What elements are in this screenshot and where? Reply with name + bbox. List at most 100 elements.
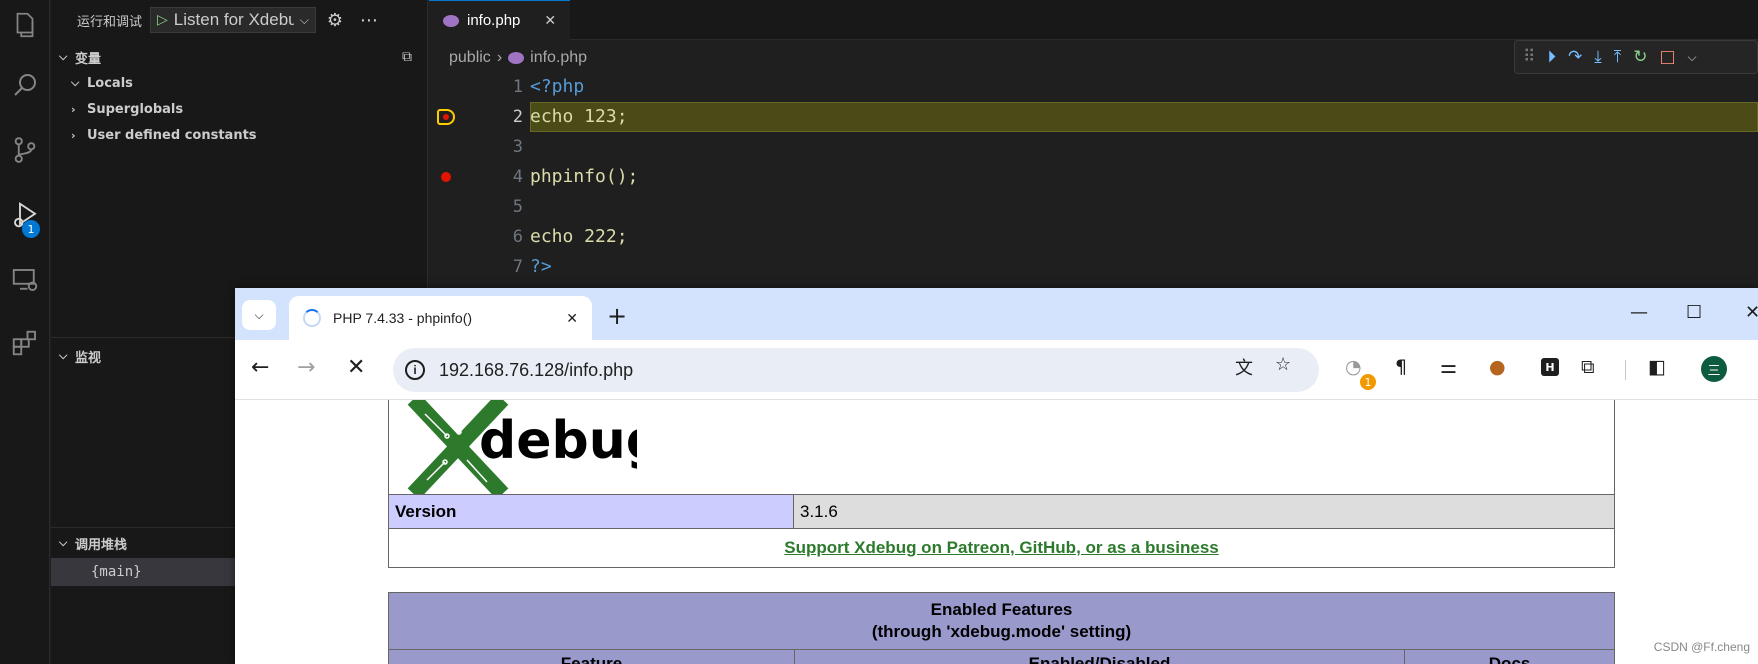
stop-icon[interactable]: □	[1659, 47, 1675, 67]
side-panel-icon[interactable]: ◧	[1648, 356, 1666, 378]
collapse-all-icon[interactable]: ⧉	[402, 49, 412, 65]
chevron-right-icon: ›	[71, 102, 76, 116]
browser-tabstrip: ⌵ PHP 7.4.33 - phpinfo() ✕ + — ☐ ✕	[235, 288, 1758, 340]
line-number: 7	[512, 257, 523, 277]
breadcrumb-file[interactable]: info.php	[530, 49, 587, 67]
close-icon[interactable]: ✕	[566, 310, 578, 327]
chevron-down-icon[interactable]: ⌵	[1688, 50, 1697, 65]
stop-loading-icon[interactable]: ✕	[347, 355, 365, 380]
column-header: Enabled/Disabled	[795, 650, 1405, 664]
callstack-header-label: 调用堆栈	[75, 537, 128, 553]
tree-item-label: Superglobals	[87, 101, 184, 117]
browser-tab-title: PHP 7.4.33 - phpinfo()	[333, 310, 473, 326]
tree-item-user-constants[interactable]: › User defined constants	[71, 122, 257, 148]
line-number: 6	[512, 227, 523, 247]
pilcrow-extension-icon[interactable]: ¶	[1395, 356, 1407, 378]
h-extension-icon[interactable]: H	[1541, 358, 1559, 376]
source-control-icon[interactable]	[0, 125, 50, 175]
version-value: 3.1.6	[794, 495, 1614, 528]
column-header: Feature	[389, 650, 795, 664]
address-bar[interactable]: i 192.168.76.128/info.php	[393, 348, 1319, 392]
current-breakpoint-icon[interactable]	[437, 109, 455, 125]
close-icon[interactable]: ✕	[544, 12, 556, 29]
browser-window: ⌵ PHP 7.4.33 - phpinfo() ✕ + — ☐ ✕ ← → ✕…	[235, 288, 1758, 664]
features-columns: Feature Enabled/Disabled Docs	[389, 649, 1614, 664]
url-text: 192.168.76.128/info.php	[439, 359, 634, 380]
chevron-down-icon: ⌵	[71, 76, 80, 89]
search-icon[interactable]	[0, 60, 50, 110]
activity-bar: 1	[0, 0, 50, 664]
site-info-icon[interactable]: i	[405, 360, 425, 380]
cookie-extension-icon[interactable]: ●	[1489, 356, 1506, 378]
remote-explorer-icon[interactable]	[0, 255, 50, 305]
extensions-icon[interactable]	[0, 318, 50, 368]
chevron-right-icon: ›	[496, 49, 503, 66]
code-text: ?>	[530, 256, 552, 277]
more-actions-icon[interactable]: ⋯	[354, 5, 384, 35]
frame-label: {main}	[91, 564, 142, 580]
restart-icon[interactable]: ↻	[1633, 47, 1647, 67]
chevron-down-icon: ⌵	[59, 349, 68, 362]
code-line[interactable]: 2 echo 123;	[429, 102, 1758, 132]
drag-handle-icon[interactable]: ⠿	[1523, 47, 1535, 67]
continue-icon[interactable]: ⏵	[1547, 47, 1556, 67]
tab-label: info.php	[467, 12, 521, 29]
code-line[interactable]: 1 <?php	[429, 72, 1758, 102]
breakpoint-icon[interactable]	[441, 172, 451, 182]
code-text: echo 222;	[530, 226, 628, 247]
puzzle-extensions-icon[interactable]: ⧉	[1581, 356, 1595, 378]
xdebug-logo: debug	[407, 400, 637, 495]
code-text: phpinfo();	[530, 166, 639, 187]
tab-search-icon[interactable]: ⌵	[242, 300, 276, 330]
version-key: Version	[389, 495, 794, 528]
breadcrumb-folder[interactable]: public	[449, 49, 491, 67]
tree-item-label: Locals	[87, 75, 133, 91]
close-window-icon[interactable]: ✕	[1745, 302, 1758, 323]
browser-tab[interactable]: PHP 7.4.33 - phpinfo() ✕	[289, 296, 592, 340]
browser-toolbar: ← → ✕ i 192.168.76.128/info.php 文 ☆ ◔ 1 …	[235, 340, 1758, 400]
forward-icon[interactable]: →	[297, 355, 315, 380]
maximize-icon[interactable]: ☐	[1686, 302, 1702, 323]
tree-item-superglobals[interactable]: › Superglobals	[71, 96, 183, 122]
column-header: Docs	[1488, 654, 1531, 664]
line-number: 5	[512, 197, 523, 217]
tree-item-locals[interactable]: ⌵ Locals	[71, 70, 133, 96]
minimize-icon[interactable]: —	[1630, 302, 1648, 323]
debug-config-label: Listen for Xdebug	[173, 10, 294, 29]
code-line[interactable]: 7 ?>	[429, 252, 1758, 282]
watermark: CSDN @Ff.cheng	[1653, 640, 1750, 654]
step-over-icon[interactable]: ↷	[1568, 47, 1582, 67]
gear-icon[interactable]: ⚙	[320, 5, 350, 35]
profile-avatar[interactable]: 三	[1701, 356, 1727, 382]
new-tab-icon[interactable]: +	[607, 302, 627, 330]
watch-header-label: 监视	[75, 350, 102, 366]
version-row: Version 3.1.6	[389, 494, 1614, 528]
code-text: echo 123;	[530, 106, 628, 127]
run-debug-icon[interactable]: 1	[0, 190, 50, 240]
debug-config-select[interactable]: ▷ Listen for Xdebug ⌵	[150, 7, 316, 33]
loading-spinner-icon	[303, 309, 321, 327]
toolbar-divider	[1625, 360, 1626, 380]
code-line[interactable]: 4 phpinfo();	[429, 162, 1758, 192]
code-line[interactable]: 5	[429, 192, 1758, 222]
tab-info-php[interactable]: info.php ✕	[429, 0, 571, 40]
code-text: <?php	[530, 76, 585, 97]
php-file-icon	[443, 14, 459, 27]
chevron-down-icon: ⌵	[299, 12, 309, 27]
translate-icon[interactable]: 文	[1235, 354, 1253, 380]
start-debug-icon[interactable]: ▷	[157, 12, 168, 28]
back-icon[interactable]: ←	[251, 355, 269, 380]
sliders-extension-icon[interactable]: ⚌	[1440, 356, 1457, 378]
step-into-icon[interactable]: ⤓	[1594, 47, 1602, 67]
variables-section-header[interactable]: ⌵ 变量 ⧉	[51, 44, 428, 70]
line-number: 2	[512, 107, 523, 127]
chevron-down-icon: ⌵	[59, 536, 68, 549]
bookmark-star-icon[interactable]: ☆	[1275, 354, 1291, 375]
extension-icon[interactable]: ◔	[1345, 356, 1362, 378]
support-link[interactable]: Support Xdebug on Patreon, GitHub, or as…	[389, 528, 1614, 566]
code-line[interactable]: 3	[429, 132, 1758, 162]
step-out-icon[interactable]: ⤒	[1614, 47, 1622, 67]
explorer-icon[interactable]	[0, 0, 50, 50]
code-line[interactable]: 6 echo 222;	[429, 222, 1758, 252]
php-file-icon	[508, 52, 525, 64]
